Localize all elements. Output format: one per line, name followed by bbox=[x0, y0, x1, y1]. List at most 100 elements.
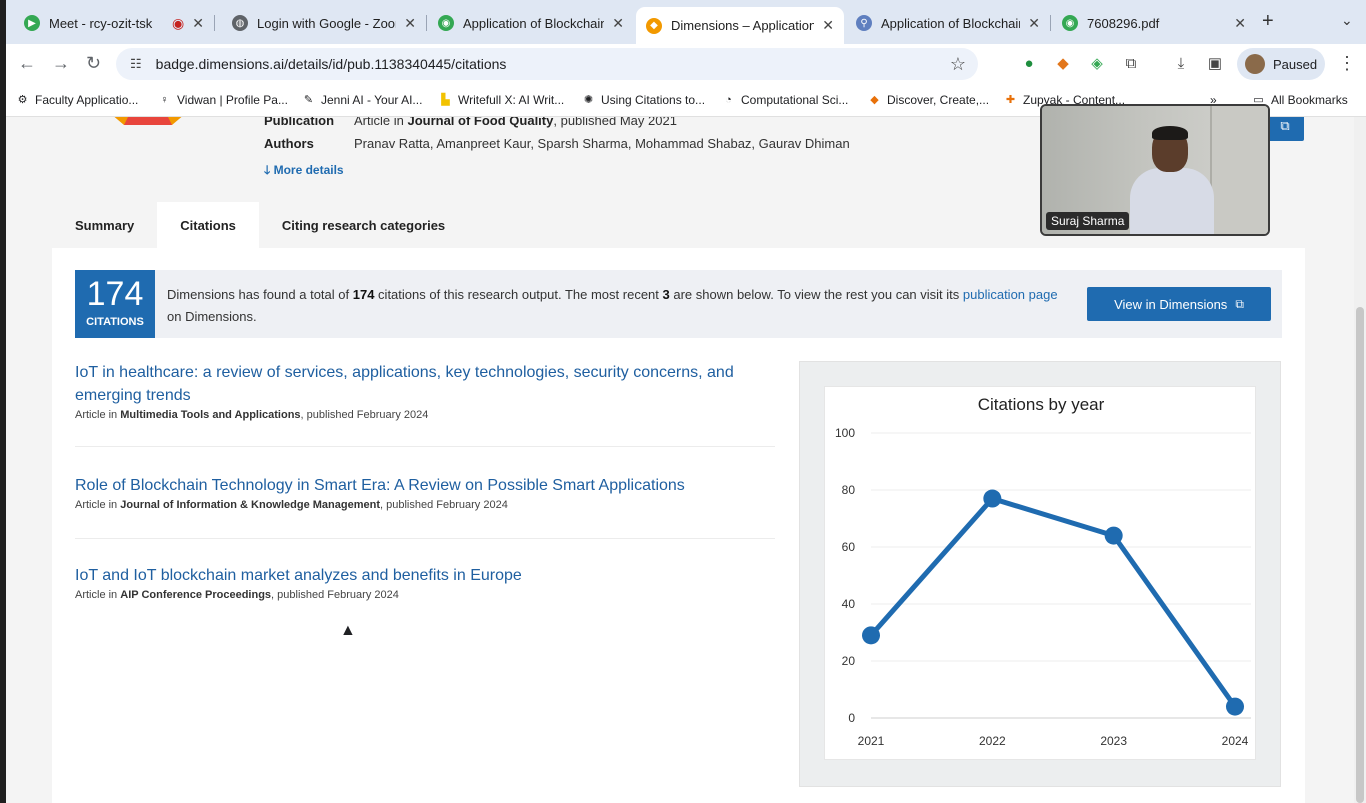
url-text: badge.dimensions.ai/details/id/pub.11383… bbox=[155, 56, 507, 72]
close-tab-icon[interactable]: ✕ bbox=[1028, 15, 1040, 32]
browser-tab[interactable]: ◉ Application of Blockchain ✕ bbox=[428, 7, 634, 39]
address-bar[interactable]: ☷ badge.dimensions.ai/details/id/pub.113… bbox=[116, 48, 978, 80]
citation-meta: Article in AIP Conference Proceedings, p… bbox=[75, 589, 775, 601]
authors-row: Authors Pranav Ratta, Amanpreet Kaur, Spa… bbox=[264, 136, 850, 151]
eye-icon: ◉ bbox=[438, 15, 454, 31]
side-panel-icon[interactable]: ▣ bbox=[1206, 55, 1224, 73]
tab-title: Application of Blockchain bbox=[463, 15, 605, 31]
citations-notice: 174 CITATIONS Dimensions has found a tot… bbox=[75, 270, 1282, 338]
citation-meta: Article in Multimedia Tools and Applicat… bbox=[75, 409, 775, 421]
y-tick-label: 80 bbox=[842, 483, 856, 497]
globe-icon: ◍ bbox=[232, 15, 248, 31]
authors-label: Authors bbox=[264, 136, 314, 151]
star-icon[interactable]: ☆ bbox=[950, 54, 966, 75]
tab-separator bbox=[214, 15, 215, 31]
notice-count: 174 bbox=[352, 287, 375, 302]
notice-message: Dimensions has found a total of 174 cita… bbox=[167, 284, 1067, 328]
bookmark-item[interactable]: ✺ Using Citations to... bbox=[582, 93, 705, 107]
bookmark-item[interactable]: ✎ Jenni AI - Your AI... bbox=[302, 93, 423, 107]
close-tab-icon[interactable]: ✕ bbox=[612, 15, 624, 32]
citation-title-link[interactable]: IoT and IoT blockchain market analyzes a… bbox=[75, 564, 775, 587]
bookmark-icon: ◔ bbox=[725, 93, 732, 106]
participant-name: Suraj Sharma bbox=[1046, 212, 1130, 230]
citation-item: Role of Blockchain Technology in Smart E… bbox=[75, 474, 775, 511]
tab-title: Meet - rcy-ozit-tsk bbox=[49, 15, 153, 31]
puzzle-icon[interactable]: ⧉ bbox=[1122, 55, 1140, 73]
citation-journal: AIP Conference Proceedings bbox=[120, 589, 272, 601]
publication-page-link[interactable]: publication page bbox=[963, 287, 1058, 302]
series-line bbox=[869, 496, 1238, 709]
browser-tab[interactable]: ◉ 7608296.pdf ✕ bbox=[1052, 7, 1256, 39]
video-call-tile[interactable]: Suraj Sharma bbox=[1040, 104, 1270, 236]
tab-summary[interactable]: Summary bbox=[52, 202, 157, 248]
download-icon[interactable]: ⤓ bbox=[1172, 55, 1190, 73]
citation-date: , published February 2024 bbox=[271, 589, 399, 601]
citation-title-link[interactable]: IoT in healthcare: a review of services,… bbox=[75, 361, 775, 407]
bookmark-item[interactable]: ♀ Vidwan | Profile Pa... bbox=[158, 93, 288, 107]
x-tick-label: 2023 bbox=[1100, 734, 1127, 748]
dimensions-icon: ◆ bbox=[646, 17, 662, 34]
chevron-down-icon[interactable]: ⌄ bbox=[1341, 12, 1353, 29]
tab-title: Login with Google - Zoom bbox=[257, 15, 397, 31]
bookmark-item[interactable]: ▙ Writefull X: AI Writ... bbox=[439, 93, 564, 107]
extension-icon[interactable]: ● bbox=[1020, 55, 1038, 73]
bookmark-item[interactable]: ◆ Discover, Create,... bbox=[868, 93, 989, 107]
new-tab-icon[interactable]: + bbox=[1262, 10, 1274, 33]
browser-tab[interactable]: ▶ Meet - rcy-ozit-tsk ◉ ✕ bbox=[14, 7, 215, 39]
menu-icon[interactable]: ⋮ bbox=[1338, 53, 1356, 74]
chart-title: Citations by year bbox=[978, 395, 1105, 414]
more-details-link[interactable]: 🡓 More details bbox=[264, 161, 344, 182]
bookmark-label: Computational Sci... bbox=[741, 93, 849, 107]
page-tabs: Summary Citations Citing research catego… bbox=[52, 202, 468, 248]
close-tab-icon[interactable]: ✕ bbox=[822, 17, 834, 34]
bookmark-icon: ✺ bbox=[583, 93, 594, 106]
close-tab-icon[interactable]: ✕ bbox=[1234, 15, 1246, 32]
back-icon[interactable]: ← bbox=[18, 53, 36, 74]
bookmark-item[interactable]: ⚙ Faculty Applicatio... bbox=[16, 93, 139, 107]
data-point bbox=[1104, 526, 1123, 545]
browser-tab-active[interactable]: ◆ Dimensions – Application ✕ bbox=[636, 7, 844, 44]
participant-hair bbox=[1152, 126, 1188, 140]
citations-panel: 174 CITATIONS Dimensions has found a tot… bbox=[52, 248, 1305, 803]
citation-date: , published February 2024 bbox=[300, 409, 429, 421]
bookmark-icon: ▙ bbox=[441, 93, 450, 106]
external-link-icon: ⧉ bbox=[1235, 296, 1244, 311]
bookmark-icon: ♀ bbox=[160, 93, 169, 106]
close-tab-icon[interactable]: ✕ bbox=[192, 15, 204, 32]
view-in-dimensions-label: View in Dimensions bbox=[1114, 296, 1228, 312]
scrollbar-thumb[interactable] bbox=[1356, 307, 1364, 803]
link-icon: ⚲ bbox=[856, 15, 872, 31]
notice-text: Dimensions has found a total of bbox=[167, 287, 353, 302]
notice-text: citations of this research output. The m… bbox=[374, 287, 663, 302]
close-tab-icon[interactable]: ✕ bbox=[404, 15, 416, 32]
page-scrollbar[interactable] bbox=[1354, 117, 1366, 803]
dimensions-logo bbox=[114, 117, 182, 125]
tab-citing-research-categories[interactable]: Citing research categories bbox=[259, 202, 468, 248]
extension-icon[interactable]: ◈ bbox=[1088, 55, 1106, 73]
tab-title: Dimensions – Application bbox=[671, 18, 815, 33]
divider bbox=[75, 538, 775, 539]
more-details-label: More details bbox=[273, 163, 344, 177]
forward-icon[interactable]: → bbox=[52, 53, 70, 74]
reload-icon[interactable]: ↻ bbox=[86, 53, 101, 74]
tab-separator bbox=[426, 15, 427, 31]
journal-name: Journal of Food Quality bbox=[407, 117, 554, 128]
view-in-dimensions-button[interactable]: View in Dimensions ⧉ bbox=[1087, 287, 1271, 321]
browser-tab[interactable]: ⚲ Application of Blockchain ✕ bbox=[846, 7, 1051, 39]
bookmark-icon: ✚ bbox=[1005, 93, 1016, 106]
site-settings-icon[interactable]: ☷ bbox=[130, 56, 142, 72]
publication-label: Publication bbox=[264, 117, 335, 128]
browser-tab[interactable]: ◍ Login with Google - Zoom ✕ bbox=[222, 7, 427, 39]
tab-separator bbox=[1050, 15, 1051, 31]
bookmark-label: Jenni AI - Your AI... bbox=[321, 93, 423, 107]
metamask-icon[interactable]: ◆ bbox=[1054, 55, 1072, 73]
citation-title-link[interactable]: Role of Blockchain Technology in Smart E… bbox=[75, 474, 775, 497]
citation-item: IoT in healthcare: a review of services,… bbox=[75, 361, 775, 421]
citation-item: IoT and IoT blockchain market analyzes a… bbox=[75, 564, 775, 601]
profile-button[interactable]: Paused bbox=[1237, 48, 1325, 80]
chart-card: Citations by year 0 20 40 60 80 100 2021 2022 202… bbox=[824, 386, 1256, 760]
external-link-button[interactable]: ⧉ bbox=[1266, 117, 1304, 141]
authors-list: Pranav Ratta, Amanpreet Kaur, Sparsh Sha… bbox=[354, 136, 850, 151]
tab-citations[interactable]: Citations bbox=[157, 202, 259, 248]
bookmark-item[interactable]: ◔ Computational Sci... bbox=[722, 93, 848, 107]
